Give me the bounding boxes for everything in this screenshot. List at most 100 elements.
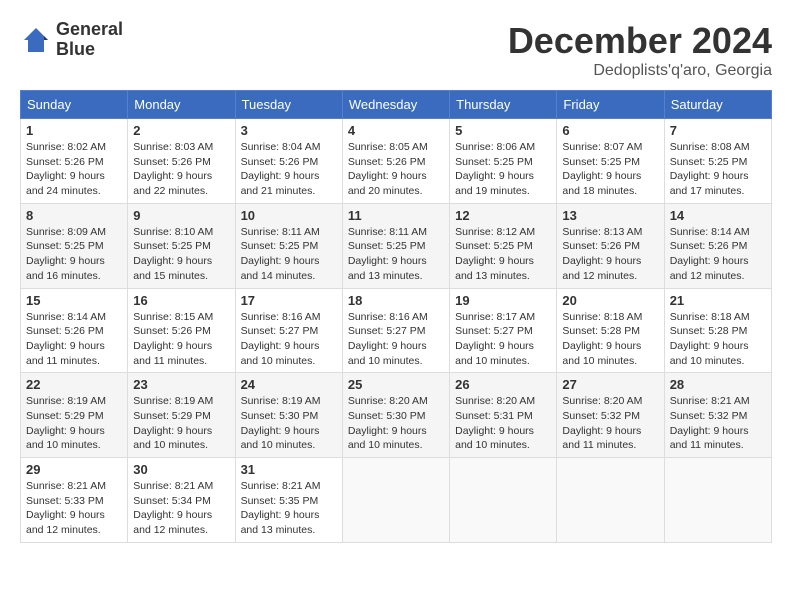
day-info: Sunrise: 8:19 AM Sunset: 5:29 PM Dayligh… bbox=[26, 394, 122, 453]
calendar-cell: 13 Sunrise: 8:13 AM Sunset: 5:26 PM Dayl… bbox=[557, 203, 664, 288]
day-info: Sunrise: 8:17 AM Sunset: 5:27 PM Dayligh… bbox=[455, 310, 551, 369]
day-number: 11 bbox=[348, 208, 444, 223]
day-number: 10 bbox=[241, 208, 337, 223]
day-info: Sunrise: 8:19 AM Sunset: 5:30 PM Dayligh… bbox=[241, 394, 337, 453]
calendar-cell: 3 Sunrise: 8:04 AM Sunset: 5:26 PM Dayli… bbox=[235, 119, 342, 204]
day-info: Sunrise: 8:06 AM Sunset: 5:25 PM Dayligh… bbox=[455, 140, 551, 199]
day-info: Sunrise: 8:20 AM Sunset: 5:31 PM Dayligh… bbox=[455, 394, 551, 453]
day-info: Sunrise: 8:02 AM Sunset: 5:26 PM Dayligh… bbox=[26, 140, 122, 199]
day-info: Sunrise: 8:09 AM Sunset: 5:25 PM Dayligh… bbox=[26, 225, 122, 284]
calendar-week-row: 15 Sunrise: 8:14 AM Sunset: 5:26 PM Dayl… bbox=[21, 288, 772, 373]
calendar-cell bbox=[664, 458, 771, 543]
day-number: 15 bbox=[26, 293, 122, 308]
calendar-cell: 23 Sunrise: 8:19 AM Sunset: 5:29 PM Dayl… bbox=[128, 373, 235, 458]
day-number: 30 bbox=[133, 462, 229, 477]
day-number: 20 bbox=[562, 293, 658, 308]
day-number: 8 bbox=[26, 208, 122, 223]
weekday-header-sunday: Sunday bbox=[21, 91, 128, 119]
calendar-cell: 10 Sunrise: 8:11 AM Sunset: 5:25 PM Dayl… bbox=[235, 203, 342, 288]
day-info: Sunrise: 8:07 AM Sunset: 5:25 PM Dayligh… bbox=[562, 140, 658, 199]
calendar-cell: 14 Sunrise: 8:14 AM Sunset: 5:26 PM Dayl… bbox=[664, 203, 771, 288]
day-info: Sunrise: 8:12 AM Sunset: 5:25 PM Dayligh… bbox=[455, 225, 551, 284]
calendar-cell: 27 Sunrise: 8:20 AM Sunset: 5:32 PM Dayl… bbox=[557, 373, 664, 458]
day-info: Sunrise: 8:03 AM Sunset: 5:26 PM Dayligh… bbox=[133, 140, 229, 199]
logo: General Blue bbox=[20, 20, 123, 60]
weekday-header-tuesday: Tuesday bbox=[235, 91, 342, 119]
day-info: Sunrise: 8:05 AM Sunset: 5:26 PM Dayligh… bbox=[348, 140, 444, 199]
day-info: Sunrise: 8:14 AM Sunset: 5:26 PM Dayligh… bbox=[670, 225, 766, 284]
day-info: Sunrise: 8:10 AM Sunset: 5:25 PM Dayligh… bbox=[133, 225, 229, 284]
calendar-cell: 17 Sunrise: 8:16 AM Sunset: 5:27 PM Dayl… bbox=[235, 288, 342, 373]
calendar-cell: 15 Sunrise: 8:14 AM Sunset: 5:26 PM Dayl… bbox=[21, 288, 128, 373]
calendar-cell: 22 Sunrise: 8:19 AM Sunset: 5:29 PM Dayl… bbox=[21, 373, 128, 458]
calendar-cell: 31 Sunrise: 8:21 AM Sunset: 5:35 PM Dayl… bbox=[235, 458, 342, 543]
calendar-cell: 20 Sunrise: 8:18 AM Sunset: 5:28 PM Dayl… bbox=[557, 288, 664, 373]
day-number: 4 bbox=[348, 123, 444, 138]
day-info: Sunrise: 8:16 AM Sunset: 5:27 PM Dayligh… bbox=[241, 310, 337, 369]
day-info: Sunrise: 8:20 AM Sunset: 5:30 PM Dayligh… bbox=[348, 394, 444, 453]
day-info: Sunrise: 8:11 AM Sunset: 5:25 PM Dayligh… bbox=[241, 225, 337, 284]
day-info: Sunrise: 8:18 AM Sunset: 5:28 PM Dayligh… bbox=[562, 310, 658, 369]
weekday-header-thursday: Thursday bbox=[450, 91, 557, 119]
day-number: 17 bbox=[241, 293, 337, 308]
weekday-header-saturday: Saturday bbox=[664, 91, 771, 119]
day-number: 2 bbox=[133, 123, 229, 138]
calendar-cell: 5 Sunrise: 8:06 AM Sunset: 5:25 PM Dayli… bbox=[450, 119, 557, 204]
calendar-cell: 30 Sunrise: 8:21 AM Sunset: 5:34 PM Dayl… bbox=[128, 458, 235, 543]
day-number: 14 bbox=[670, 208, 766, 223]
calendar-cell: 12 Sunrise: 8:12 AM Sunset: 5:25 PM Dayl… bbox=[450, 203, 557, 288]
weekday-header-monday: Monday bbox=[128, 91, 235, 119]
calendar-cell: 18 Sunrise: 8:16 AM Sunset: 5:27 PM Dayl… bbox=[342, 288, 449, 373]
calendar-cell: 21 Sunrise: 8:18 AM Sunset: 5:28 PM Dayl… bbox=[664, 288, 771, 373]
day-number: 18 bbox=[348, 293, 444, 308]
day-number: 12 bbox=[455, 208, 551, 223]
day-info: Sunrise: 8:16 AM Sunset: 5:27 PM Dayligh… bbox=[348, 310, 444, 369]
calendar-cell: 29 Sunrise: 8:21 AM Sunset: 5:33 PM Dayl… bbox=[21, 458, 128, 543]
calendar-cell: 8 Sunrise: 8:09 AM Sunset: 5:25 PM Dayli… bbox=[21, 203, 128, 288]
day-number: 1 bbox=[26, 123, 122, 138]
day-number: 29 bbox=[26, 462, 122, 477]
day-number: 23 bbox=[133, 377, 229, 392]
calendar-cell: 19 Sunrise: 8:17 AM Sunset: 5:27 PM Dayl… bbox=[450, 288, 557, 373]
day-info: Sunrise: 8:21 AM Sunset: 5:34 PM Dayligh… bbox=[133, 479, 229, 538]
calendar-cell: 4 Sunrise: 8:05 AM Sunset: 5:26 PM Dayli… bbox=[342, 119, 449, 204]
day-number: 16 bbox=[133, 293, 229, 308]
day-number: 26 bbox=[455, 377, 551, 392]
day-number: 27 bbox=[562, 377, 658, 392]
day-number: 31 bbox=[241, 462, 337, 477]
day-info: Sunrise: 8:19 AM Sunset: 5:29 PM Dayligh… bbox=[133, 394, 229, 453]
calendar-week-row: 22 Sunrise: 8:19 AM Sunset: 5:29 PM Dayl… bbox=[21, 373, 772, 458]
calendar-cell: 7 Sunrise: 8:08 AM Sunset: 5:25 PM Dayli… bbox=[664, 119, 771, 204]
calendar-cell: 9 Sunrise: 8:10 AM Sunset: 5:25 PM Dayli… bbox=[128, 203, 235, 288]
calendar-cell: 16 Sunrise: 8:15 AM Sunset: 5:26 PM Dayl… bbox=[128, 288, 235, 373]
weekday-header-wednesday: Wednesday bbox=[342, 91, 449, 119]
day-info: Sunrise: 8:21 AM Sunset: 5:33 PM Dayligh… bbox=[26, 479, 122, 538]
day-number: 21 bbox=[670, 293, 766, 308]
day-number: 7 bbox=[670, 123, 766, 138]
calendar-week-row: 8 Sunrise: 8:09 AM Sunset: 5:25 PM Dayli… bbox=[21, 203, 772, 288]
calendar-cell: 26 Sunrise: 8:20 AM Sunset: 5:31 PM Dayl… bbox=[450, 373, 557, 458]
day-info: Sunrise: 8:13 AM Sunset: 5:26 PM Dayligh… bbox=[562, 225, 658, 284]
calendar-cell: 2 Sunrise: 8:03 AM Sunset: 5:26 PM Dayli… bbox=[128, 119, 235, 204]
calendar-cell: 6 Sunrise: 8:07 AM Sunset: 5:25 PM Dayli… bbox=[557, 119, 664, 204]
calendar-cell: 28 Sunrise: 8:21 AM Sunset: 5:32 PM Dayl… bbox=[664, 373, 771, 458]
calendar-table: SundayMondayTuesdayWednesdayThursdayFrid… bbox=[20, 90, 772, 543]
day-info: Sunrise: 8:20 AM Sunset: 5:32 PM Dayligh… bbox=[562, 394, 658, 453]
page-header: General Blue December 2024 Dedoplists'q'… bbox=[20, 20, 772, 80]
logo-text: General Blue bbox=[56, 20, 123, 60]
location-title: Dedoplists'q'aro, Georgia bbox=[508, 62, 772, 80]
day-info: Sunrise: 8:21 AM Sunset: 5:35 PM Dayligh… bbox=[241, 479, 337, 538]
day-number: 3 bbox=[241, 123, 337, 138]
title-block: December 2024 Dedoplists'q'aro, Georgia bbox=[508, 20, 772, 80]
day-number: 19 bbox=[455, 293, 551, 308]
day-number: 22 bbox=[26, 377, 122, 392]
calendar-cell: 11 Sunrise: 8:11 AM Sunset: 5:25 PM Dayl… bbox=[342, 203, 449, 288]
day-info: Sunrise: 8:14 AM Sunset: 5:26 PM Dayligh… bbox=[26, 310, 122, 369]
calendar-cell bbox=[557, 458, 664, 543]
day-info: Sunrise: 8:15 AM Sunset: 5:26 PM Dayligh… bbox=[133, 310, 229, 369]
weekday-header-friday: Friday bbox=[557, 91, 664, 119]
day-number: 24 bbox=[241, 377, 337, 392]
calendar-cell bbox=[450, 458, 557, 543]
day-info: Sunrise: 8:04 AM Sunset: 5:26 PM Dayligh… bbox=[241, 140, 337, 199]
day-number: 9 bbox=[133, 208, 229, 223]
